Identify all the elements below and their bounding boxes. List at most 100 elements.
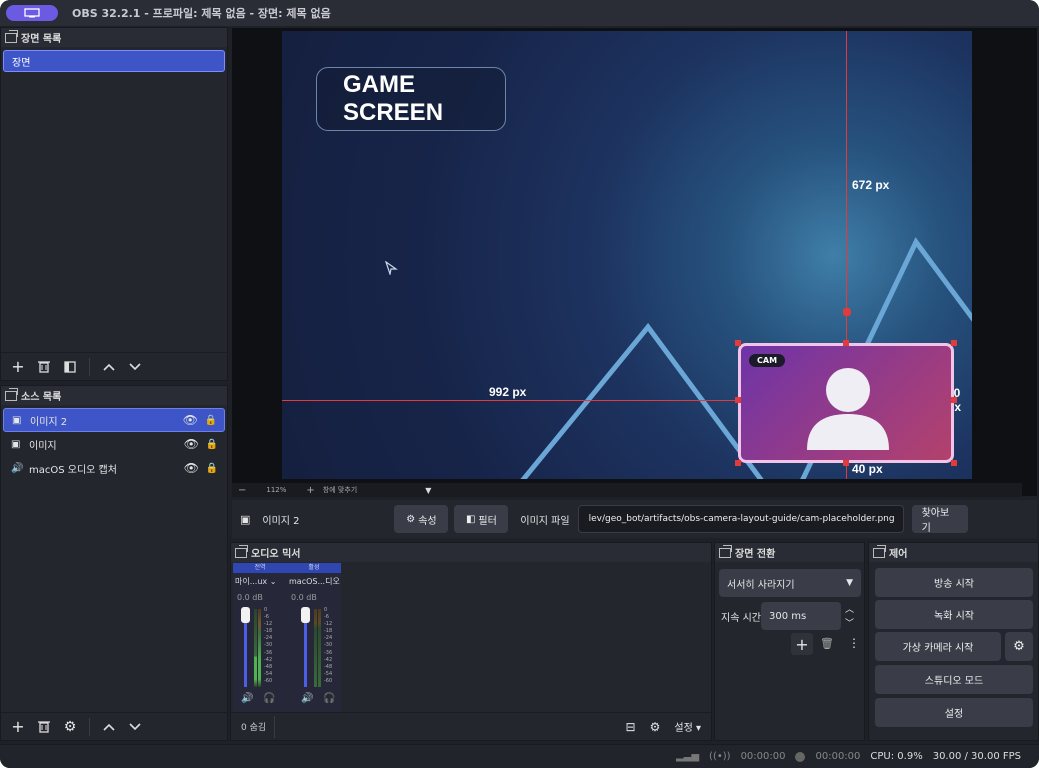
lock-icon[interactable]: 🔒 bbox=[206, 463, 218, 474]
scenes-toolbar: + bbox=[1, 352, 227, 380]
resize-handle[interactable] bbox=[951, 460, 957, 466]
strip-tag: 활성 bbox=[287, 563, 341, 573]
db-tick-label: -12 bbox=[324, 621, 333, 628]
strip-name: macOS...디오 캡처 bbox=[289, 577, 341, 586]
source-row-image[interactable]: ▣ 이미지 👁 🔒 bbox=[3, 432, 225, 456]
speaker-icon: 🔊 bbox=[11, 462, 24, 474]
cam-placeholder[interactable]: CAM bbox=[738, 343, 954, 463]
settings-button[interactable]: 설정 bbox=[875, 698, 1033, 727]
mixer-strip-macos-audio: 활성 macOS...디오 캡처 ⌄ 0.0 dB 0-6-12-18-24-3… bbox=[287, 563, 341, 713]
headphones-icon[interactable]: 🎧 bbox=[263, 693, 275, 704]
preview-area[interactable]: GAME SCREEN 672 px 992 px 40 px 40 px CA… bbox=[232, 28, 1037, 496]
lock-icon[interactable]: 🔒 bbox=[206, 439, 218, 450]
chevron-up-icon bbox=[103, 363, 115, 371]
headphones-icon[interactable]: 🎧 bbox=[323, 693, 335, 704]
start-virtual-camera-button[interactable]: 가상 카메라 시작 bbox=[875, 632, 1001, 661]
resize-handle[interactable] bbox=[735, 460, 741, 466]
db-scale: 0 -6 -12 -18 -24 -30 -36 -42 -48 -54 -60 bbox=[264, 607, 272, 685]
transition-select[interactable]: 서서히 사라지기 ▼ bbox=[719, 569, 861, 597]
resize-handle[interactable] bbox=[951, 340, 957, 346]
strip-name-dropdown[interactable]: 마이...ux ⌄ bbox=[233, 573, 287, 590]
sources-dock: 소스 목록 ▣ 이미지 2 👁 🔒 ▣ 이미지 👁 🔒 🔊 macOS 오디오 … bbox=[0, 385, 228, 741]
resize-handle[interactable] bbox=[951, 397, 957, 403]
volume-slider-handle[interactable] bbox=[301, 607, 310, 623]
chevron-up-icon bbox=[103, 723, 115, 731]
db-tick-label: -6 bbox=[264, 614, 269, 621]
hidden-count: 0 숨김 bbox=[241, 723, 267, 733]
browse-button[interactable]: 찾아보기 bbox=[911, 505, 968, 534]
scene-filters-button[interactable] bbox=[59, 356, 81, 378]
zoom-mode[interactable]: 창에 맞추기 bbox=[323, 485, 357, 495]
dock-icon bbox=[235, 544, 248, 558]
eye-icon[interactable]: 👁 bbox=[183, 413, 198, 427]
speaker-icon[interactable]: 🔊 bbox=[301, 693, 313, 704]
image-file-path-field[interactable]: lev/geo_bot/artifacts/obs-camera-layout-… bbox=[577, 505, 904, 533]
filters-button[interactable]: ◧ 필터 bbox=[454, 505, 509, 533]
guide-bottom-label: 40 px bbox=[852, 462, 883, 476]
mixer-layout-button[interactable]: ⊟ bbox=[626, 720, 636, 734]
db-tick-label: -42 bbox=[264, 656, 273, 663]
move-scene-down-button[interactable] bbox=[124, 356, 146, 378]
zoom-dropdown-icon[interactable]: ▼ bbox=[425, 486, 431, 495]
add-scene-button[interactable]: + bbox=[7, 356, 29, 378]
add-source-button[interactable]: + bbox=[7, 716, 29, 738]
image-icon: ▣ bbox=[240, 512, 251, 526]
source-row-audio-capture[interactable]: 🔊 macOS 오디오 캡처 👁 🔒 bbox=[3, 456, 225, 480]
remove-source-button[interactable] bbox=[33, 716, 55, 738]
move-scene-up-button[interactable] bbox=[98, 356, 120, 378]
strip-name-dropdown[interactable]: macOS...디오 캡처 ⌄ bbox=[287, 573, 341, 590]
resize-handle[interactable] bbox=[843, 340, 849, 346]
level-meter bbox=[314, 609, 317, 687]
eye-icon[interactable]: 👁 bbox=[184, 437, 199, 451]
stream-icon: ((•)) bbox=[709, 751, 731, 762]
properties-button[interactable]: ⚙ 속성 bbox=[394, 505, 449, 533]
db-tick-label: -42 bbox=[324, 656, 333, 663]
volume-slider-handle[interactable] bbox=[241, 607, 250, 623]
move-source-up-button[interactable] bbox=[98, 716, 120, 738]
start-streaming-button[interactable]: 방송 시작 bbox=[875, 568, 1033, 597]
more-options-icon[interactable]: ⋮ bbox=[848, 636, 860, 650]
trash-icon[interactable]: 🗑 bbox=[820, 637, 834, 650]
studio-mode-button[interactable]: 스튜디오 모드 bbox=[875, 665, 1033, 694]
sources-dock-header[interactable]: 소스 목록 bbox=[1, 386, 227, 405]
db-tick-label: -54 bbox=[324, 670, 333, 677]
guide-dot bbox=[843, 308, 851, 316]
cpu-usage: CPU: 0.9% bbox=[870, 751, 923, 762]
zoom-in-button[interactable]: + bbox=[306, 485, 314, 496]
advanced-audio-button[interactable]: ⚙ bbox=[650, 720, 661, 734]
db-tick-label: -36 bbox=[264, 649, 273, 656]
start-recording-button[interactable]: 녹화 시작 bbox=[875, 600, 1033, 629]
app-menu-pill[interactable] bbox=[6, 5, 58, 21]
preview-canvas[interactable]: GAME SCREEN 672 px 992 px 40 px 40 px CA… bbox=[282, 31, 972, 479]
remove-scene-button[interactable] bbox=[33, 356, 55, 378]
transitions-header[interactable]: 장면 전환 bbox=[715, 543, 864, 562]
controls-header[interactable]: 제어 bbox=[869, 543, 1038, 562]
zoom-bar: − 112% + 창에 맞추기 ▼ bbox=[232, 483, 1022, 497]
db-tick-label: 0 bbox=[324, 607, 328, 613]
scenes-dock-header[interactable]: 장면 목록 bbox=[1, 28, 227, 47]
speaker-icon[interactable]: 🔊 bbox=[241, 693, 253, 704]
transition-selected: 서서히 사라지기 bbox=[727, 579, 795, 591]
status-bar: ▂▃▅ ((•)) 00:00:00 00:00:00 CPU: 0.9% 30… bbox=[0, 744, 1039, 768]
resize-handle[interactable] bbox=[735, 397, 741, 403]
resize-handle[interactable] bbox=[843, 460, 849, 466]
lock-icon[interactable]: 🔒 bbox=[205, 415, 217, 426]
audio-mixer-header[interactable]: 오디오 믹서 bbox=[231, 543, 711, 562]
record-icon bbox=[795, 751, 806, 762]
zoom-out-button[interactable]: − bbox=[238, 485, 246, 496]
resize-handle[interactable] bbox=[735, 340, 741, 346]
duration-input[interactable]: 300 ms bbox=[761, 602, 841, 630]
db-tick-label: -60 bbox=[324, 677, 333, 684]
controls-dock: 제어 방송 시작 녹화 시작 가상 카메라 시작 ⚙ 스튜디오 모드 설정 bbox=[868, 542, 1039, 741]
source-properties-button[interactable]: ⚙ bbox=[59, 716, 81, 738]
chevron-down-icon[interactable]: ﹀ bbox=[845, 616, 854, 629]
db-tick-label: -30 bbox=[324, 642, 333, 649]
chevron-up-icon[interactable]: ︿ bbox=[845, 602, 854, 615]
move-source-down-button[interactable] bbox=[124, 716, 146, 738]
add-transition-button[interactable]: + bbox=[791, 633, 813, 655]
source-row-image-2[interactable]: ▣ 이미지 2 👁 🔒 bbox=[3, 408, 225, 432]
mixer-settings-dropdown[interactable]: 설정 ▾ bbox=[674, 719, 701, 734]
virtual-camera-settings-button[interactable]: ⚙ bbox=[1005, 632, 1033, 661]
eye-icon[interactable]: 👁 bbox=[184, 461, 199, 475]
scene-item[interactable]: 장면 bbox=[3, 50, 225, 72]
